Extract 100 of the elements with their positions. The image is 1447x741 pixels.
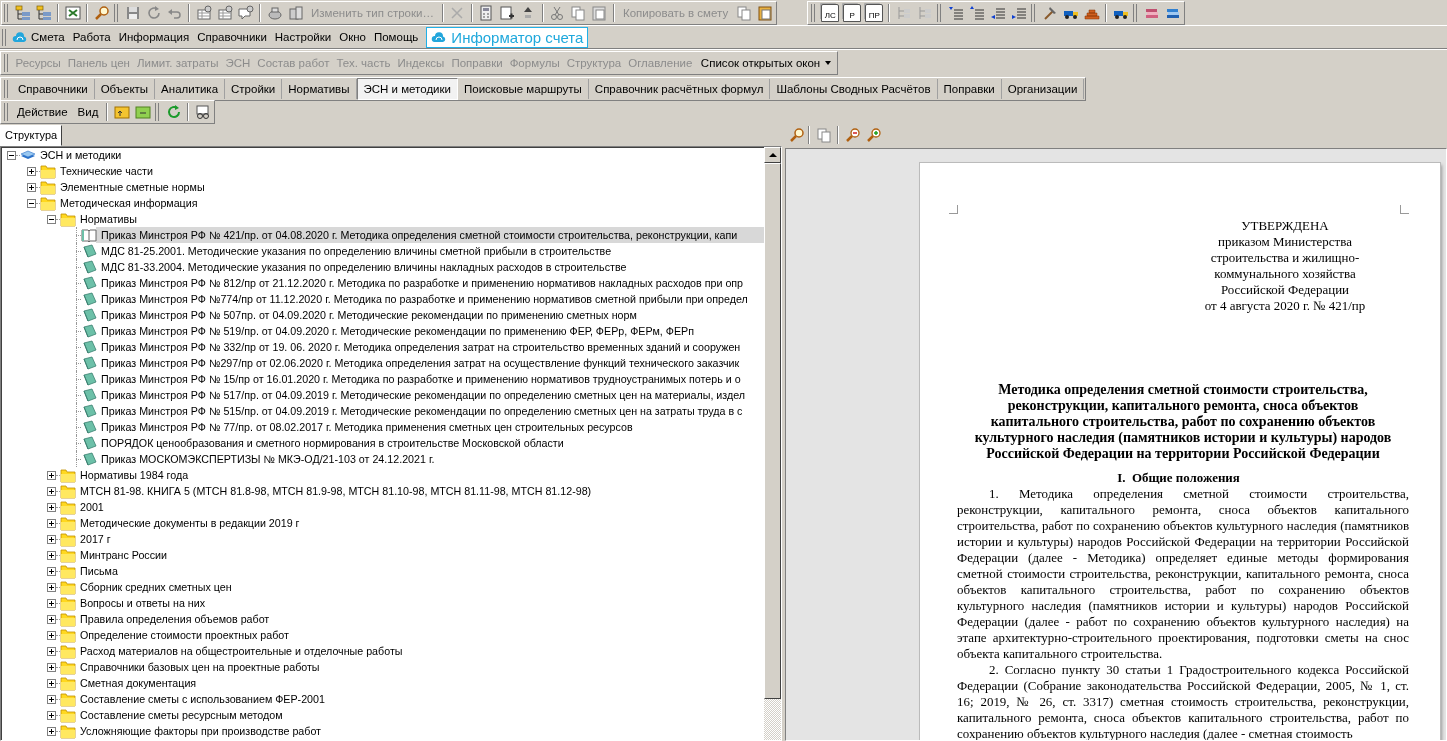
tree-item[interactable]: Расход материалов на общестроительные и отделочные работы [1,643,764,659]
zoom-out-icon[interactable] [844,127,861,143]
tree-item[interactable]: Справочники базовых цен на проектные работы [1,659,764,675]
spreadsheet-icon[interactable] [64,4,81,21]
expand-button[interactable] [47,630,56,640]
tree-item[interactable]: Письма [1,563,764,579]
estimate-type-button[interactable]: ЛС [821,3,840,22]
tree-item[interactable]: 2001 [1,499,764,515]
tree-item[interactable]: Нормативы 1984 года [1,467,764,483]
expand-button[interactable] [47,550,56,560]
preview-icon[interactable] [194,104,211,120]
tree-item[interactable]: Методическая информация [1,195,764,211]
outdent-icon[interactable] [968,4,985,21]
tab[interactable]: Нормативы [282,78,357,99]
expand-button[interactable] [47,678,56,688]
expand-button[interactable] [47,646,56,656]
collapse-button[interactable] [7,150,16,160]
tree-item[interactable]: Приказ Минстроя РФ № 519/пр. от 04.09.2020 г. Методические рекомендации по применению ФЕР, ФЕРр, ФЕРм, ФЕРп [1,323,764,339]
tree-item[interactable]: Правила определения объемов работ [1,611,764,627]
expand-button[interactable] [47,518,56,528]
tree-item[interactable]: Приказ Минстроя РФ №774/пр от 11.12.2020 г. Методика по разработке и применению нормативов сметной прибыли при определ [1,291,764,307]
expand-button[interactable] [27,182,36,192]
tab[interactable]: ЭСН и методики [356,77,458,100]
tab[interactable]: Аналитика [155,78,226,99]
folder-up-icon[interactable] [113,104,130,120]
add-document-icon[interactable] [499,4,516,21]
save-icon[interactable] [124,4,141,21]
speech-bubble-icon[interactable] [237,4,254,21]
table-gear-icon[interactable] [216,4,233,21]
tree-item[interactable]: Элементные сметные нормы [1,179,764,195]
tree-icon[interactable] [35,4,52,21]
open-windows-dropdown[interactable]: Список открытых окон [695,52,837,73]
tree-item[interactable]: МДС 81-25.2001. Методические указания по определению вличины сметной прибыли в строительстве [1,243,764,259]
tree-item[interactable]: МДС 81-33.2004. Методические указания по определению вличины накладных расходов в строительстве [1,259,764,275]
tree-item[interactable]: Приказ Минстроя РФ № 507пр. от 04.09.2020 г. Методические рекомендации по применению сметных норм [1,307,764,323]
tree-item[interactable]: Приказ Минстроя РФ № 77/пр. от 08.02.2017 г. Методика применения сметных цен строительных ресурсов [1,419,764,435]
expand-button[interactable] [47,470,56,480]
tree-item[interactable]: ПОРЯДОК ценообразования и сметного нормирования в строительстве Московской области [1,435,764,451]
structure-tab[interactable]: Структура [0,125,63,146]
menu-item[interactable]: Действие [12,106,73,118]
tab[interactable]: Стройки [225,78,283,99]
menu-item[interactable]: Информация [114,31,194,43]
expand-button[interactable] [47,502,56,512]
expand-button[interactable] [27,166,36,176]
building-icon[interactable] [287,4,304,21]
expand-button[interactable] [47,598,56,608]
search-icon[interactable] [93,4,110,21]
tree-item[interactable]: Приказ Минстроя РФ № 517/пр. от 04.09.2019 г. Методические рекомендации по определению сметных цен на материалы, издел [1,387,764,403]
expand-button[interactable] [47,710,56,720]
search-icon[interactable] [789,127,805,143]
tree-item[interactable]: 2017 г [1,531,764,547]
tab[interactable]: Поисковые маршруты [458,78,589,99]
estimate-type-button[interactable]: Р [843,3,862,22]
tree-icon[interactable] [14,4,31,21]
table-gear-icon[interactable] [195,4,212,21]
expand-button[interactable] [47,614,56,624]
expand-button[interactable] [47,662,56,672]
menu-item[interactable]: Смета [8,29,69,45]
menu-item[interactable]: Работа [68,31,115,43]
tab[interactable]: Организации [1001,78,1085,99]
expand-button[interactable] [47,566,56,576]
tree-item[interactable]: Сборник средних сметных цен [1,579,764,595]
tree-item[interactable]: Вопросы и ответы на них [1,595,764,611]
expand-button[interactable] [47,582,56,592]
menu-item[interactable]: Помощь [369,31,423,43]
tab[interactable]: Объекты [94,78,156,99]
tree-item[interactable]: Приказ МОСКОМЭКСПЕРТИЗЫ № МКЭ-ОД/21-103 от 24.12.2021 г. [1,451,764,467]
tree-item[interactable]: Определение стоимости проектных работ [1,627,764,643]
expand-button[interactable] [47,726,56,736]
estimate-type-button[interactable]: ПР [865,3,884,22]
tree-item[interactable]: Приказ Минстроя РФ № 515/пр. от 04.09.2019 г. Методические рекомендации по определению сметных цен на затраты труда в с [1,403,764,419]
tree-item[interactable]: Приказ Минстроя РФ №297/пр от 02.06.2020 г. Методика определения затрат на осуществление функций технического заказчик [1,355,764,371]
menu-item[interactable]: Вид [72,106,104,118]
expand-button[interactable] [47,486,56,496]
tree-item[interactable]: Методические документы в редакции 2019 г [1,515,764,531]
menu-item[interactable]: Настройки [270,31,336,43]
collapse-button[interactable] [47,214,56,224]
tree-item[interactable]: ЭСН и методики [1,147,764,163]
tree-item[interactable]: Составление сметы с использованием ФЕР-2001 [1,691,764,707]
scissors-icon[interactable] [549,4,566,21]
tab[interactable]: Справочники [12,78,95,99]
tab[interactable]: Шаблоны Сводных Расчётов [770,78,938,99]
expand-button[interactable] [47,534,56,544]
menu-item[interactable]: Справочники [193,31,271,43]
paste-icon[interactable] [591,4,608,21]
collapse-button[interactable] [27,198,36,208]
tree-item[interactable]: Нормативы [1,211,764,227]
tree-item[interactable]: Сметная документация [1,675,764,691]
tree-item[interactable]: Приказ Минстроя РФ № 15/пр от 16.01.2020 г. Методика по разработке и применению нормативов трудноустранимых потерь и о [1,371,764,387]
tree-item[interactable]: Приказ Минстроя РФ № 812/пр от 21.12.2020 г. Методика по разработке и применению нормативов накладных расходов при опр [1,275,764,291]
tree-item[interactable]: Минтранс России [1,547,764,563]
expand-button[interactable] [47,694,56,704]
indent-icon[interactable] [947,4,964,21]
tab[interactable]: Поправки [937,78,1002,99]
scroll-up-button[interactable] [764,147,781,163]
tree-item[interactable]: Усложняющие факторы при производстве работ [1,723,764,739]
tree-item[interactable]: Технические части [1,163,764,179]
folder-minus-icon[interactable] [134,104,151,120]
tree-item[interactable]: МТСН 81-98. КНИГА 5 (МТСН 81.8-98, МТСН 81.9-98, МТСН 81.10-98, МТСН 81.11-98, МТСН 81.12-98) [1,483,764,499]
paste-icon[interactable] [756,4,773,21]
